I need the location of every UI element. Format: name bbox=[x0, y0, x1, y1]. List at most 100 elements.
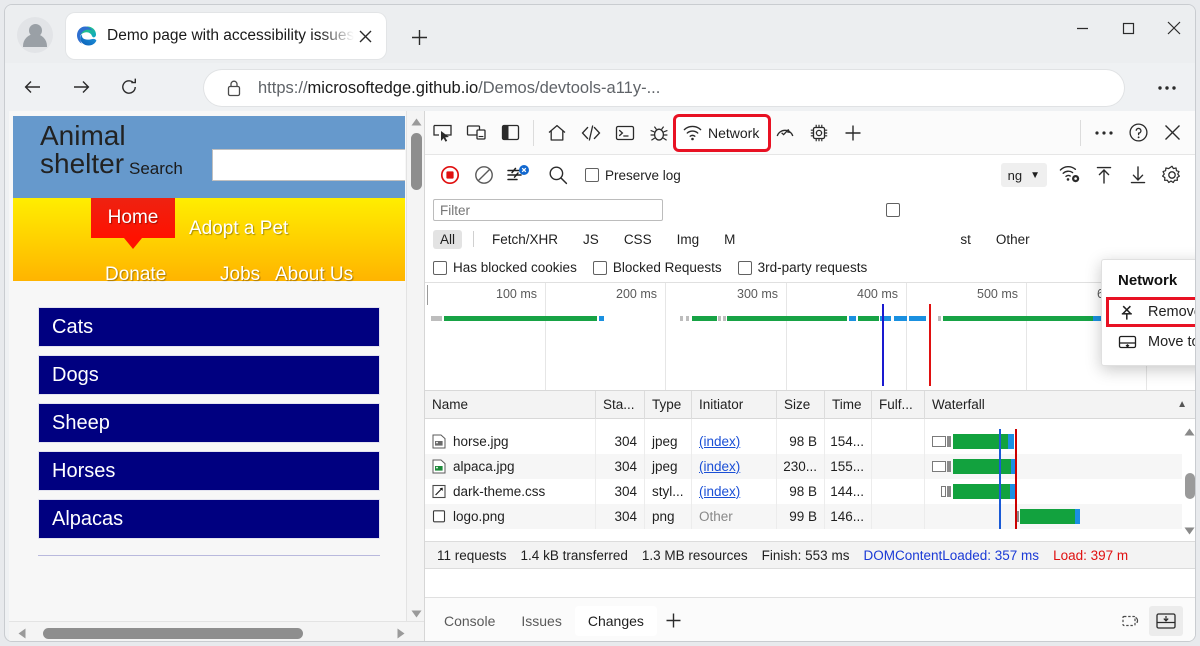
back-button[interactable] bbox=[13, 67, 53, 107]
column-header-name[interactable]: Name bbox=[425, 391, 596, 419]
elements-icon[interactable] bbox=[574, 118, 608, 148]
column-header-status[interactable]: Sta... bbox=[596, 391, 645, 419]
export-har-icon[interactable] bbox=[1121, 160, 1155, 190]
column-header-type[interactable]: Type bbox=[645, 391, 692, 419]
has-blocked-cookies-checkbox[interactable]: Has blocked cookies bbox=[433, 260, 577, 275]
settings-gear-icon[interactable] bbox=[1155, 160, 1189, 190]
row-initiator-link[interactable]: (index) bbox=[699, 434, 740, 449]
animal-button-cats[interactable]: Cats bbox=[38, 307, 380, 347]
profile-avatar-button[interactable] bbox=[17, 17, 53, 53]
nav-item-about-us[interactable]: About Us bbox=[275, 264, 353, 286]
browser-settings-more-button[interactable] bbox=[1147, 70, 1187, 106]
forward-button[interactable] bbox=[61, 67, 101, 107]
inspect-element-icon[interactable] bbox=[425, 118, 459, 148]
resource-type-css[interactable]: CSS bbox=[617, 230, 659, 249]
tab-network[interactable]: Network bbox=[676, 117, 768, 149]
nav-item-jobs[interactable]: Jobs bbox=[220, 264, 260, 286]
maximize-button[interactable] bbox=[1105, 5, 1151, 51]
network-overview-timeline[interactable]: 100 ms 200 ms 300 ms 400 ms 500 ms 600 m… bbox=[425, 283, 1196, 391]
drawer-add-tab-plus-icon[interactable] bbox=[657, 606, 691, 636]
column-header-waterfall[interactable]: Waterfall ▲ bbox=[925, 391, 1196, 419]
sources-debugger-icon[interactable] bbox=[642, 118, 676, 148]
table-row[interactable]: logo.png 304 png Other 99 B 146... bbox=[425, 504, 1196, 529]
drawer-tab-changes[interactable]: Changes bbox=[575, 606, 657, 636]
performance-gauge-icon[interactable] bbox=[768, 118, 802, 148]
nav-item-adopt-a-pet[interactable]: Adopt a Pet bbox=[189, 218, 288, 240]
throttling-dropdown[interactable]: ng ▼ bbox=[1001, 163, 1047, 187]
row-initiator[interactable]: (index) bbox=[692, 479, 777, 504]
more-options-icon[interactable] bbox=[1087, 118, 1121, 148]
animal-button-sheep[interactable]: Sheep bbox=[38, 403, 380, 443]
resource-type-all[interactable]: All bbox=[433, 230, 462, 249]
filter-icon[interactable] bbox=[501, 160, 535, 190]
horizontal-scroll-thumb[interactable] bbox=[43, 628, 303, 639]
dock-bottom-icon[interactable] bbox=[1149, 606, 1183, 636]
restore-drawer-icon[interactable] bbox=[1115, 606, 1149, 636]
clear-network-icon[interactable] bbox=[467, 160, 501, 190]
search-input[interactable] bbox=[212, 149, 405, 181]
row-initiator-link[interactable]: (index) bbox=[699, 459, 740, 474]
animal-button-dogs[interactable]: Dogs bbox=[38, 355, 380, 395]
third-party-requests-checkbox[interactable]: 3rd-party requests bbox=[738, 260, 868, 275]
page-vertical-scrollbar[interactable] bbox=[406, 111, 424, 625]
nav-item-donate[interactable]: Donate bbox=[105, 264, 166, 286]
url-omnibox[interactable]: https://microsoftedge.github.io/Demos/de… bbox=[204, 70, 1124, 106]
scroll-down-icon[interactable] bbox=[1183, 524, 1196, 537]
third-party-requests-box[interactable] bbox=[738, 261, 752, 275]
device-emulation-icon[interactable] bbox=[459, 118, 493, 148]
invert-checkbox[interactable] bbox=[886, 203, 900, 217]
row-initiator[interactable]: (index) bbox=[692, 454, 777, 479]
column-header-fulfilled[interactable]: Fulf... bbox=[872, 391, 925, 419]
home-icon[interactable] bbox=[540, 118, 574, 148]
help-question-icon[interactable] bbox=[1121, 118, 1155, 148]
resource-type-media[interactable]: M bbox=[717, 230, 742, 249]
table-row[interactable]: horse.jpg 304 jpeg (index) 98 B 154... bbox=[425, 429, 1196, 454]
resource-type-manifest[interactable]: st bbox=[953, 230, 978, 249]
nav-item-home[interactable]: Home bbox=[91, 198, 175, 238]
table-row-partial[interactable] bbox=[425, 419, 1196, 429]
blocked-requests-checkbox[interactable]: Blocked Requests bbox=[593, 260, 722, 275]
page-horizontal-scrollbar[interactable] bbox=[9, 621, 424, 642]
table-row[interactable]: dark-theme.css 304 styl... (index) 98 B … bbox=[425, 479, 1196, 504]
close-icon[interactable] bbox=[354, 25, 376, 47]
drawer-tab-console[interactable]: Console bbox=[431, 606, 508, 636]
browser-tab[interactable]: Demo page with accessibility issues bbox=[66, 13, 386, 59]
scroll-right-icon[interactable] bbox=[392, 624, 410, 642]
context-menu-item-move-to-bottom-quick-view[interactable]: Move to bottom Quick View bbox=[1102, 327, 1196, 357]
search-icon[interactable] bbox=[541, 160, 575, 190]
column-header-size[interactable]: Size bbox=[777, 391, 825, 419]
new-tab-button[interactable] bbox=[403, 21, 435, 53]
scroll-left-icon[interactable] bbox=[13, 624, 31, 642]
row-initiator[interactable]: (index) bbox=[692, 429, 777, 454]
add-tool-plus-icon[interactable] bbox=[836, 118, 870, 148]
filter-input[interactable]: Filter bbox=[433, 199, 663, 221]
scroll-up-icon[interactable] bbox=[1183, 425, 1196, 438]
network-conditions-icon[interactable] bbox=[1053, 160, 1087, 190]
column-header-time[interactable]: Time bbox=[825, 391, 872, 419]
invert-checkbox-box[interactable] bbox=[886, 203, 900, 217]
blocked-requests-box[interactable] bbox=[593, 261, 607, 275]
vertical-scroll-thumb[interactable] bbox=[411, 133, 422, 190]
resource-type-img[interactable]: Img bbox=[670, 230, 707, 249]
import-har-icon[interactable] bbox=[1087, 160, 1121, 190]
animal-button-alpacas[interactable]: Alpacas bbox=[38, 499, 380, 539]
scroll-up-icon[interactable] bbox=[407, 113, 424, 131]
resource-type-fetch-xhr[interactable]: Fetch/XHR bbox=[485, 230, 565, 249]
minimize-button[interactable] bbox=[1059, 5, 1105, 51]
row-initiator-link[interactable]: (index) bbox=[699, 484, 740, 499]
record-stop-icon[interactable] bbox=[433, 160, 467, 190]
animal-button-horses[interactable]: Horses bbox=[38, 451, 380, 491]
window-close-button[interactable] bbox=[1151, 5, 1196, 51]
requests-table-scrollbar[interactable] bbox=[1182, 419, 1196, 541]
table-row[interactable]: alpaca.jpg 304 jpeg (index) 230... 155..… bbox=[425, 454, 1196, 479]
drawer-tab-issues[interactable]: Issues bbox=[508, 606, 574, 636]
preserve-log-checkbox-box[interactable] bbox=[585, 168, 599, 182]
resource-type-js[interactable]: JS bbox=[576, 230, 606, 249]
has-blocked-cookies-box[interactable] bbox=[433, 261, 447, 275]
requests-table-body[interactable]: horse.jpg 304 jpeg (index) 98 B 154... bbox=[425, 419, 1196, 541]
memory-chip-icon[interactable] bbox=[802, 118, 836, 148]
dock-side-icon[interactable] bbox=[493, 118, 527, 148]
preserve-log-checkbox[interactable]: Preserve log bbox=[585, 168, 681, 183]
requests-scroll-thumb[interactable] bbox=[1185, 473, 1195, 499]
reload-button[interactable] bbox=[109, 67, 149, 107]
